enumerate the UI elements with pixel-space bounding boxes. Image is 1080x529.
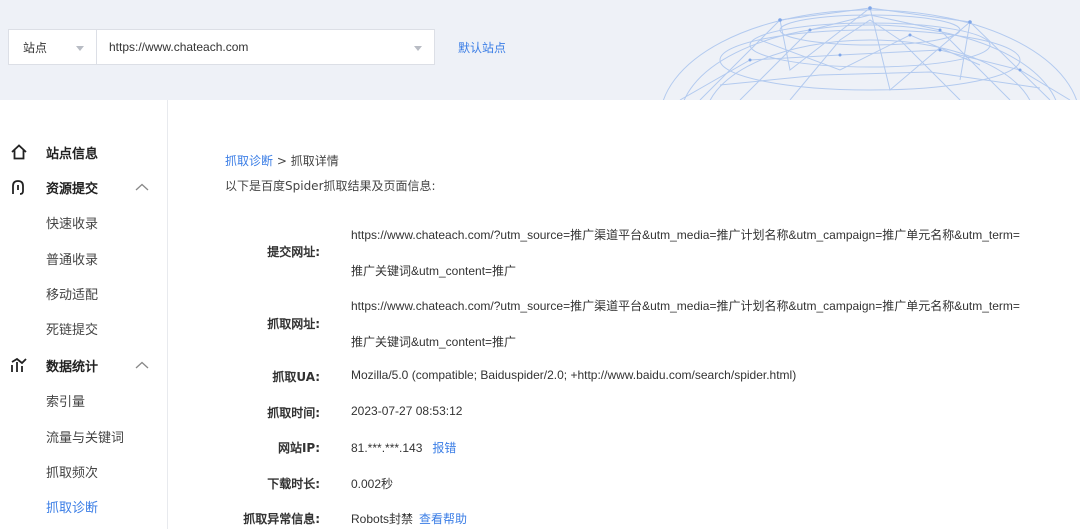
sidebar-group-resource-submit[interactable]: 资源提交 [0,172,168,202]
site-type-label: 站点 [23,40,48,55]
crawl-ua-value: Mozilla/5.0 (compatible; Baiduspider/2.0… [351,368,797,382]
crawl-ua-label: 抓取UA: [272,370,320,384]
site-ip-row: 81.***.***.143 报错 [351,439,456,456]
download-time-value: 0.002秒 [351,477,394,491]
sidebar-item-crawl-frequency[interactable]: 抓取频次 [46,462,98,481]
sidebar-item-mobile-adapt[interactable]: 移动适配 [46,284,98,303]
sidebar-item-traffic-keywords[interactable]: 流量与关键词 [46,427,124,446]
site-url-select[interactable]: https://www.chateach.com [96,29,435,65]
download-time-label: 下载时长: [267,477,320,491]
default-site-link[interactable]: 默认站点 [458,39,506,56]
breadcrumb-current: 抓取详情 [290,154,339,168]
site-ip-label: 网站IP: [277,441,320,455]
chevron-up-icon[interactable] [135,183,149,191]
sidebar-group-data-stats[interactable]: 数据统计 [0,350,168,380]
stats-icon [11,357,27,372]
crawled-url-label: 抓取网址: [267,317,320,331]
submitted-url-label: 提交网址: [267,245,320,259]
view-help-link[interactable]: 查看帮助 [419,512,467,526]
sidebar-item-crawl-diagnosis[interactable]: 抓取诊断 [46,497,98,516]
sidebar-item-fast-index[interactable]: 快速收录 [46,213,98,232]
crawl-error-value: Robots封禁 [351,512,414,526]
sidebar: 站点信息 资源提交 快速收录 普通收录 移动适配 死链提交 数据统计 索引量 流… [0,100,168,529]
sidebar-item-dead-links[interactable]: 死链提交 [46,319,98,338]
breadcrumb-link-crawl-diagnosis[interactable]: 抓取诊断 [225,154,273,168]
crawled-url-line2: 推广关键词&utm_content=推广 [351,335,517,349]
site-type-select[interactable]: 站点 [8,29,96,65]
crawl-time-label: 抓取时间: [267,406,320,420]
globe-decoration [663,6,1077,100]
site-ip-value: 81.***.***.143 [351,441,423,455]
sidebar-item-index-count[interactable]: 索引量 [46,391,85,410]
chevron-down-icon [414,46,422,51]
report-error-link[interactable]: 报错 [432,441,456,455]
intro-text: 以下是百度Spider抓取结果及页面信息: [225,179,436,193]
sidebar-group-label: 站点信息 [46,146,99,162]
top-header: 站点 https://www.chateach.com 默认站点 [0,0,1080,100]
crawled-url-line1: https://www.chateach.com/?utm_source=推广渠… [351,299,1020,313]
crawl-error-label: 抓取异常信息: [243,512,320,526]
sidebar-group-label: 数据统计 [46,359,99,375]
home-icon [11,144,27,160]
crawl-time-value: 2023-07-27 08:53:12 [351,404,463,418]
breadcrumb-separator: > [273,154,291,168]
sidebar-group-site-info[interactable]: 站点信息 [0,137,168,167]
site-url-value: https://www.chateach.com [109,40,249,54]
chevron-down-icon [76,46,84,51]
chevron-up-icon[interactable] [135,361,149,369]
upload-icon [12,180,24,195]
main-content: 抓取诊断 > 抓取详情 以下是百度Spider抓取结果及页面信息: 提交网址: … [168,100,1080,529]
sidebar-group-label: 资源提交 [46,181,99,197]
sidebar-item-normal-index[interactable]: 普通收录 [46,249,98,268]
crawl-error-row: Robots封禁 查看帮助 [351,510,467,527]
submitted-url-line1: https://www.chateach.com/?utm_source=推广渠… [351,228,1020,242]
submitted-url-line2: 推广关键词&utm_content=推广 [351,264,517,278]
breadcrumb: 抓取诊断 > 抓取详情 [225,152,339,169]
